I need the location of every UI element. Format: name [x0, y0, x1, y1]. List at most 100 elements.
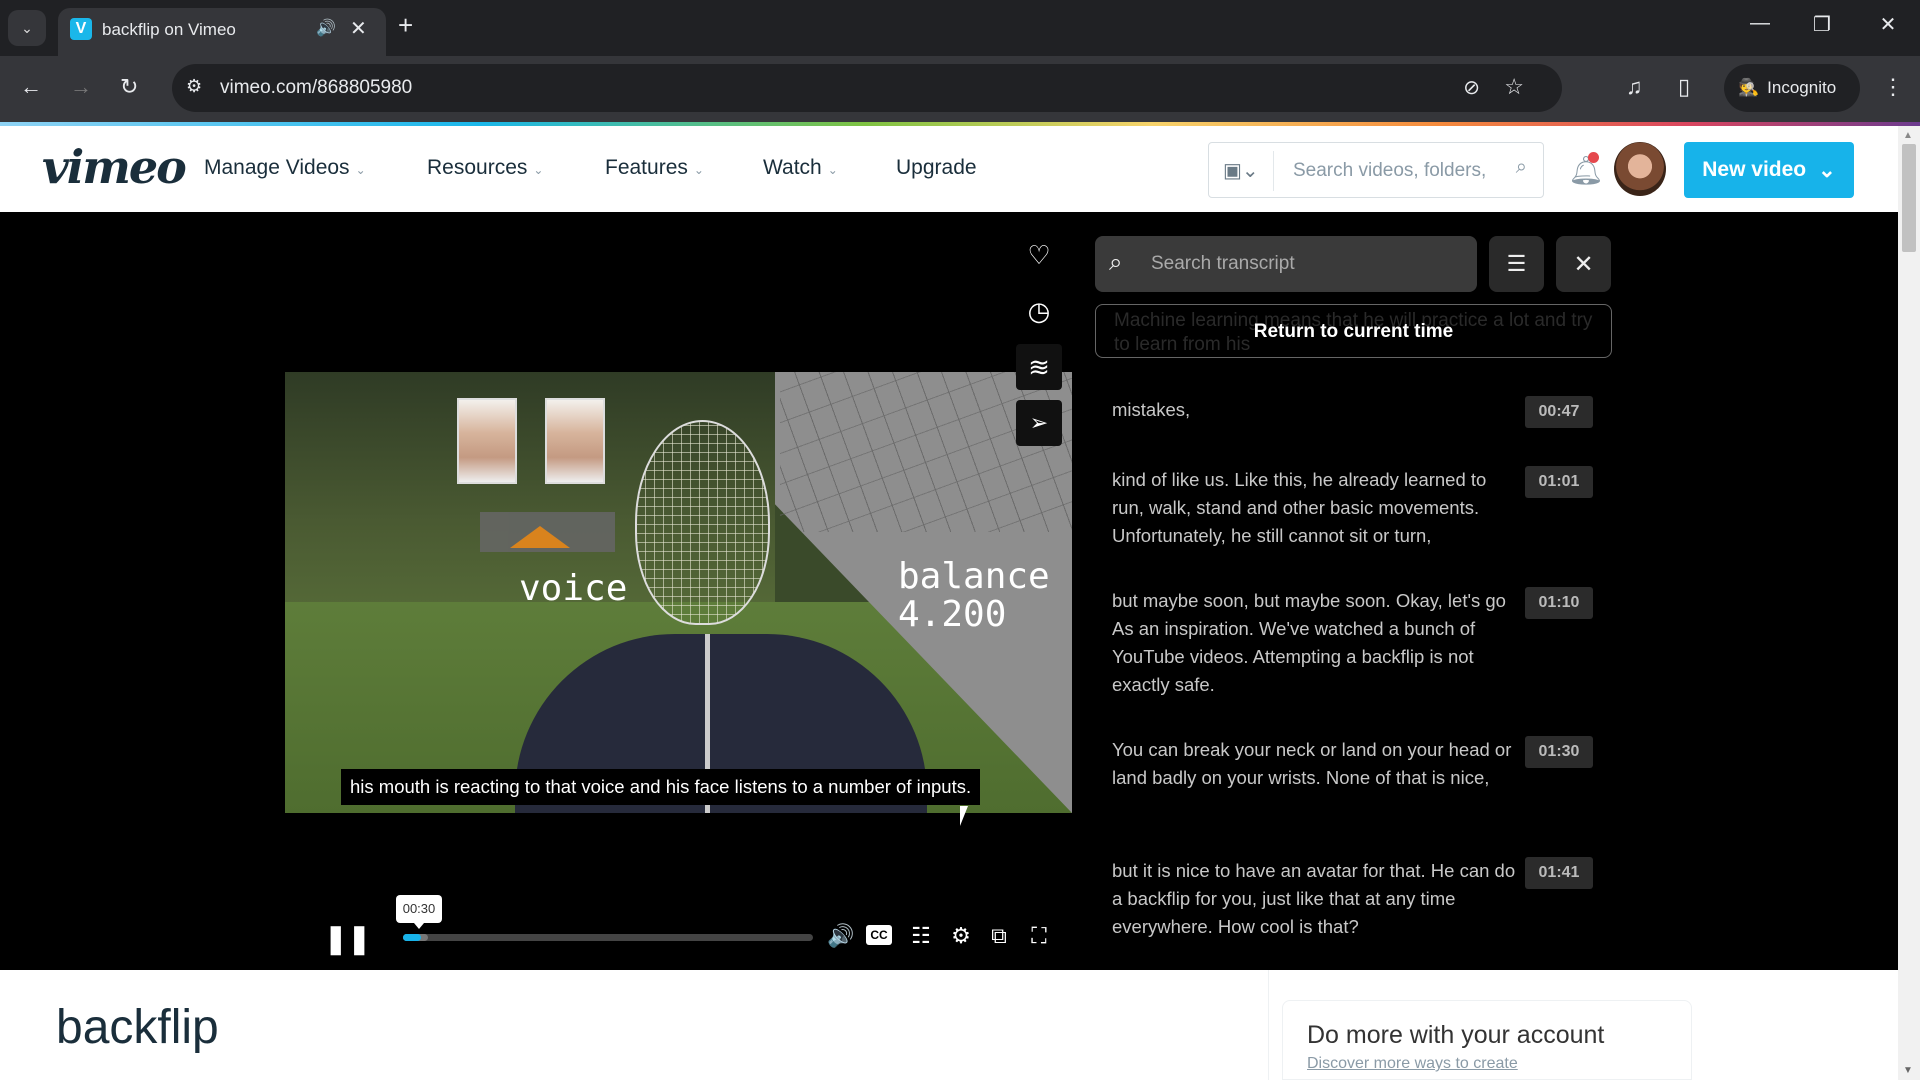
- search-icon[interactable]: ⌕: [1516, 156, 1527, 179]
- promo-heading: Do more with your account: [1307, 1021, 1605, 1049]
- window-close-button[interactable]: ✕: [1868, 12, 1908, 37]
- nav-label: Resources: [427, 156, 528, 179]
- collections-layers-icon[interactable]: ≋: [1016, 344, 1062, 390]
- watch-later-clock-icon[interactable]: ◷: [1016, 288, 1062, 334]
- chevron-down-icon: ⌄: [1818, 158, 1836, 182]
- like-heart-icon[interactable]: ♡: [1016, 232, 1062, 278]
- nav-features[interactable]: Features ⌄: [605, 156, 704, 180]
- search-input[interactable]: Search videos, folders,: [1293, 160, 1486, 182]
- video-frame[interactable]: voice balance 4.200 his mouth is reactin…: [285, 372, 1072, 813]
- transcript-entry-text[interactable]: but it is nice to have an avatar for tha…: [1112, 857, 1522, 941]
- audio-playing-icon[interactable]: 🔊: [316, 18, 336, 38]
- incognito-label: Incognito: [1767, 78, 1837, 97]
- browser-menu-icon[interactable]: ⋮: [1882, 74, 1904, 100]
- transcript-timestamp[interactable]: 01:41: [1525, 857, 1593, 889]
- eye-off-icon[interactable]: ⊘: [1463, 75, 1480, 100]
- transcript-filter-sliders-icon[interactable]: ☰: [1489, 236, 1544, 292]
- new-tab-button[interactable]: +: [398, 10, 413, 41]
- account-promo-card: Do more with your account Discover more …: [1282, 1000, 1692, 1080]
- share-send-icon[interactable]: ➢: [1016, 400, 1062, 446]
- overlay-voice-text: voice: [519, 568, 628, 609]
- return-to-current-time-button[interactable]: Machine learning means that he will prac…: [1095, 304, 1612, 358]
- scroll-down-arrow-icon[interactable]: ▼: [1903, 1065, 1913, 1076]
- page-scrollbar[interactable]: ▲ ▼: [1898, 126, 1920, 1080]
- site-header: vimeo Manage Videos ⌄ Resources ⌄ Features…: [0, 126, 1898, 212]
- nav-label: Manage Videos: [204, 156, 350, 179]
- promo-link[interactable]: Discover more ways to create: [1307, 1055, 1518, 1073]
- chevron-down-icon: ⌄: [827, 163, 838, 177]
- picture-in-picture-icon[interactable]: ⧉: [984, 923, 1014, 949]
- vimeo-logo[interactable]: vimeo: [42, 140, 187, 194]
- nav-watch[interactable]: Watch ⌄: [763, 156, 838, 180]
- nav-upgrade[interactable]: Upgrade: [896, 156, 977, 180]
- side-panel-icon[interactable]: ▯: [1678, 74, 1690, 100]
- tab-list-button[interactable]: ⌄: [8, 10, 46, 46]
- nav-label: Upgrade: [896, 156, 977, 179]
- reload-icon[interactable]: ↻: [120, 74, 138, 100]
- transcript-entry-text[interactable]: mistakes,: [1112, 396, 1522, 424]
- incognito-icon: 🕵: [1738, 78, 1760, 97]
- current-time-tooltip: 00:30: [396, 895, 442, 929]
- address-bar[interactable]: ⚙ vimeo.com/868805980 ⊘ ☆: [172, 64, 1562, 112]
- transcript-entry-text[interactable]: but maybe soon, but maybe soon. Okay, le…: [1112, 587, 1522, 699]
- face-thumbnail: [545, 398, 605, 484]
- bookmark-star-icon[interactable]: ☆: [1504, 74, 1524, 100]
- scroll-up-arrow-icon[interactable]: ▲: [1903, 130, 1913, 141]
- nav-label: Watch: [763, 156, 822, 179]
- incognito-indicator[interactable]: 🕵 Incognito: [1724, 64, 1860, 112]
- progress-bar[interactable]: [403, 934, 813, 941]
- transcript-toggle-icon[interactable]: ☷: [906, 923, 936, 949]
- transcript-timestamp[interactable]: 01:10: [1525, 587, 1593, 619]
- url-text[interactable]: vimeo.com/868805980: [220, 77, 412, 99]
- browser-tab[interactable]: V backflip on Vimeo 🔊 ✕: [58, 8, 386, 56]
- vimeo-favicon-icon: V: [70, 18, 92, 40]
- tab-title: backflip on Vimeo: [102, 20, 236, 39]
- search-icon: ⌕: [1109, 249, 1123, 276]
- minimize-button[interactable]: —: [1740, 12, 1780, 35]
- scrollbar-thumb[interactable]: [1902, 144, 1916, 252]
- restore-button[interactable]: ❐: [1802, 12, 1842, 37]
- video-type-selector-icon[interactable]: ▣⌄: [1223, 158, 1259, 183]
- search-divider: [1273, 151, 1274, 191]
- nav-label: Features: [605, 156, 688, 179]
- forward-icon[interactable]: →: [70, 74, 92, 100]
- transcript-entry-text[interactable]: kind of like us. Like this, he already l…: [1112, 466, 1522, 550]
- progress-played: [403, 934, 422, 941]
- transcript-timestamp[interactable]: 01:30: [1525, 736, 1593, 768]
- site-settings-icon[interactable]: ⚙: [186, 76, 202, 97]
- wireframe-head: [635, 420, 770, 625]
- browser-tab-strip: ⌄ V backflip on Vimeo 🔊 ✕ + — ❐ ✕: [0, 0, 1920, 56]
- back-icon[interactable]: ←: [20, 74, 42, 100]
- video-title: backflip: [56, 1001, 219, 1054]
- closed-captions-icon[interactable]: CC: [866, 925, 892, 945]
- transcript-close-icon[interactable]: ✕: [1556, 236, 1611, 292]
- nav-manage-videos[interactable]: Manage Videos ⌄: [204, 156, 366, 180]
- transcript-search-input[interactable]: Search transcript: [1151, 253, 1295, 275]
- new-video-button[interactable]: New video ⌄: [1684, 142, 1854, 198]
- return-button-label: Return to current time: [1253, 321, 1454, 342]
- site-search[interactable]: ▣⌄ Search videos, folders, ⌕: [1208, 142, 1544, 198]
- notification-badge: [1588, 152, 1599, 163]
- fullscreen-icon[interactable]: ⛶: [1024, 923, 1054, 949]
- transcript-timestamp[interactable]: 01:01: [1525, 466, 1593, 498]
- chevron-down-icon: ⌄: [533, 163, 544, 177]
- transcript-search[interactable]: ⌕ Search transcript: [1095, 236, 1477, 292]
- tab-close-icon[interactable]: ✕: [350, 16, 367, 41]
- transcript-entry-text[interactable]: You can break your neck or land on your …: [1112, 736, 1522, 792]
- nav-resources[interactable]: Resources ⌄: [427, 156, 543, 180]
- audio-graph: [480, 512, 615, 552]
- new-video-label: New video: [1702, 158, 1807, 181]
- settings-gear-icon[interactable]: ⚙: [946, 923, 976, 949]
- face-thumbnail: [457, 398, 517, 484]
- browser-toolbar: ← → ↻ ⚙ vimeo.com/868805980 ⊘ ☆ ♫ ▯ 🕵 In…: [0, 56, 1920, 122]
- chevron-down-icon: ⌄: [693, 163, 704, 177]
- media-controls-icon[interactable]: ♫: [1626, 74, 1643, 100]
- column-divider: [1268, 970, 1269, 1080]
- transcript-timestamp[interactable]: 00:47: [1525, 396, 1593, 428]
- video-caption: his mouth is reacting to that voice and …: [341, 769, 981, 805]
- volume-icon[interactable]: 🔊: [826, 923, 856, 949]
- pause-button[interactable]: ❚❚: [324, 922, 371, 955]
- user-avatar[interactable]: [1614, 142, 1666, 196]
- overlay-balance-label: balance: [898, 556, 1050, 597]
- mouse-cursor: [960, 806, 968, 826]
